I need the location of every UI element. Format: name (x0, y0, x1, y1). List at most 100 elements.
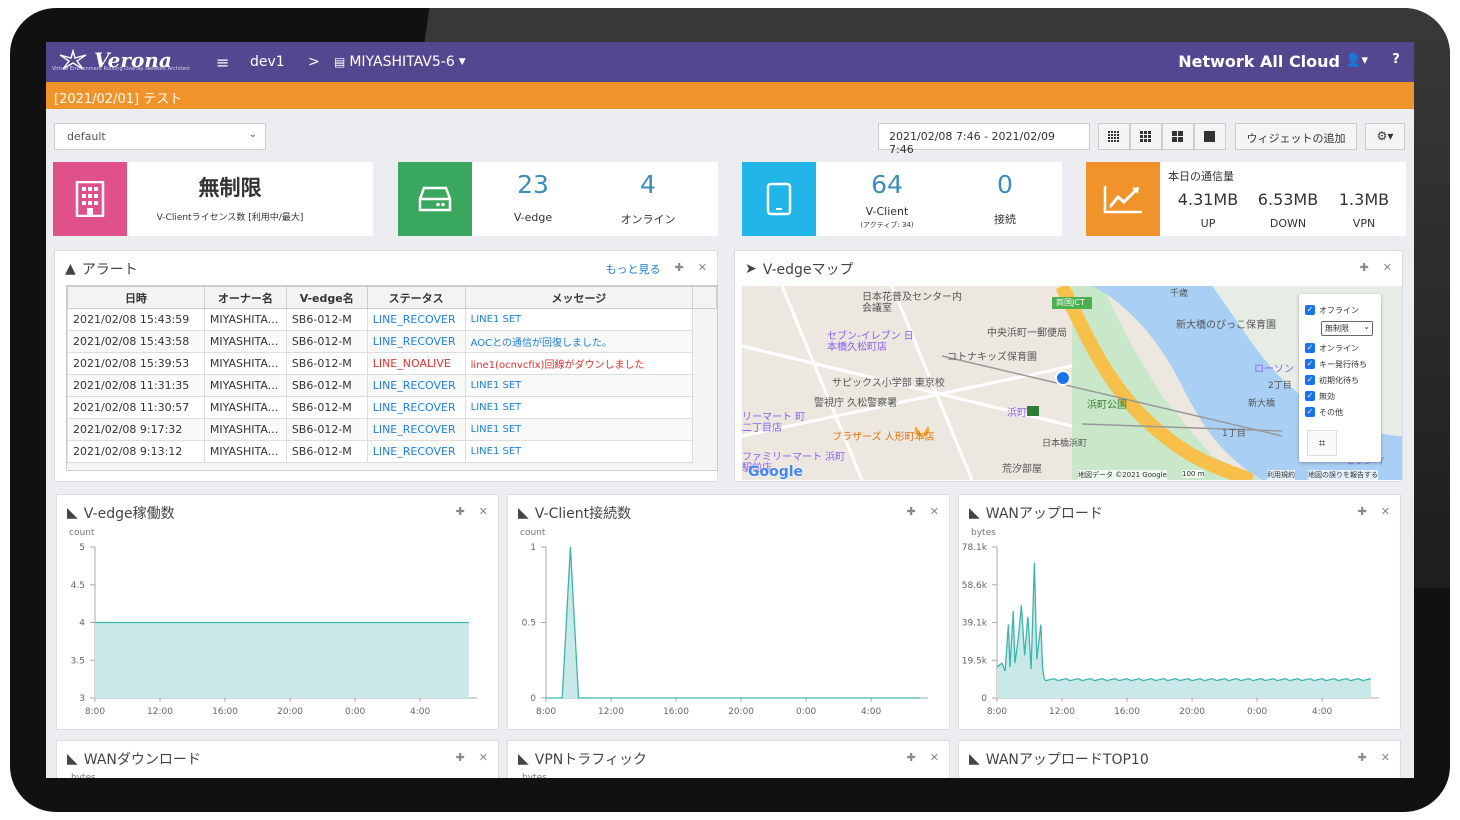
checkbox-checked-icon[interactable]: ✓ (1305, 407, 1315, 417)
column-header-message[interactable]: メッセージ (464, 286, 694, 309)
column-header-status[interactable]: ステータス (366, 286, 466, 309)
hamburger-menu-icon[interactable]: ≡ (216, 53, 229, 72)
map-label[interactable]: セブン-イレブン 日本橋久松町店 (827, 331, 922, 353)
map-panel-title: V-edgeマップ (762, 262, 854, 278)
google-logo: Google (748, 464, 804, 480)
cell-datetime: 2021/02/08 11:31:35 (67, 374, 205, 397)
map-label[interactable]: 中央浜町一郵便局 (987, 324, 1067, 339)
map-label[interactable]: 日本橋浜町 (1042, 436, 1087, 449)
chart-title: WANダウンロード (83, 752, 201, 768)
user-menu-icon[interactable]: 👤▾ (1345, 53, 1368, 68)
close-icon[interactable]: ✕ (698, 261, 707, 277)
layout-2col-button[interactable] (1162, 123, 1194, 150)
dashboard-select[interactable]: default ⌄ (54, 123, 266, 150)
close-icon[interactable]: ✕ (930, 751, 939, 764)
map-filter-item[interactable]: ✓ オンライン (1305, 340, 1375, 356)
alert-table-row[interactable]: 2021/02/08 11:30:57 MIYASHITA... SB6-012-M… (67, 396, 717, 419)
checkbox-checked-icon[interactable]: ✓ (1305, 375, 1315, 385)
map-label[interactable]: 浜町 (1007, 404, 1027, 419)
map-filter-select[interactable]: 無制限 ⌄ (1321, 321, 1373, 336)
cell-status: LINE_RECOVER (366, 308, 466, 331)
chevron-down-icon: ⌄ (1363, 322, 1370, 331)
add-widget-button[interactable]: ウィジェットの追加 (1235, 123, 1357, 150)
map-label[interactable]: サピックス小学部 東京校 (832, 374, 945, 389)
x-tick-label: 16:00 (212, 707, 238, 717)
more-link[interactable]: もっと見る (606, 261, 661, 277)
close-icon[interactable]: ✕ (1381, 751, 1390, 764)
pin-icon[interactable]: ✚ (1358, 751, 1367, 764)
vclient-connection-panel: ◣ V-Client接続数 ✚ ✕ count 1 0.5 0 8:00 12:00 16:00… (507, 494, 950, 730)
checkbox-checked-icon[interactable]: ✓ (1305, 343, 1315, 353)
vclient-connection-count: 0 (997, 170, 1013, 199)
chart-unit: bytes (71, 773, 96, 778)
y-tick-label: 3.5 (71, 656, 85, 666)
grid-1col-icon (1204, 130, 1215, 142)
alert-table-row[interactable]: 2021/02/08 9:13:12 MIYASHITA... SB6-012-M L… (67, 440, 717, 463)
cell-spacer (692, 418, 717, 441)
map-report-link[interactable]: 地図の誤りを報告する (1308, 470, 1378, 480)
license-label: V-Clientライセンス数 [利用中/最大] (156, 213, 304, 223)
chart-title: VPNトラフィック (534, 752, 647, 768)
cell-owner: MIYASHITA... (203, 440, 287, 463)
map-filter-label: 初期化待ち (1319, 375, 1359, 385)
map-label[interactable]: 千歳 (1170, 286, 1188, 299)
pin-icon[interactable]: ✚ (456, 751, 465, 764)
map-label[interactable]: 荒汐部屋 (1002, 460, 1042, 475)
pin-icon[interactable]: ✚ (1360, 261, 1369, 274)
map-label[interactable]: プラザーズ 人形町本店 (832, 428, 935, 443)
layout-1col-button[interactable] (1194, 123, 1226, 150)
settings-dropdown-button[interactable]: ⚙▾ (1365, 123, 1405, 150)
map-label[interactable]: 2丁目 (1268, 378, 1292, 391)
breadcrumb-org[interactable]: dev1 (250, 54, 285, 70)
map-label[interactable]: リーマート 町二丁目店 (742, 412, 812, 434)
pin-icon[interactable]: ✚ (675, 261, 684, 277)
alert-table-row[interactable]: 2021/02/08 15:43:58 MIYASHITA... SB6-012-M… (67, 330, 717, 353)
series-line (996, 562, 1372, 682)
gear-icon: ⚙▾ (1376, 129, 1394, 143)
map-label[interactable]: 1丁目 (1222, 426, 1246, 439)
map-filter-item[interactable]: ✓ オフライン (1305, 302, 1375, 318)
date-range-input[interactable]: 2021/02/08 7:46 - 2021/02/09 7:46 (878, 123, 1090, 156)
chart-unit: bytes (522, 773, 547, 778)
crop-icon[interactable]: ⌗ (1307, 430, 1337, 456)
layout-4col-button[interactable] (1098, 123, 1130, 150)
help-icon[interactable]: ? (1388, 52, 1404, 68)
map-filter-label: オンライン (1319, 343, 1359, 353)
checkbox-checked-icon[interactable]: ✓ (1305, 359, 1315, 369)
map-filter-item[interactable]: ✓ 無効 (1305, 388, 1375, 404)
column-header-vedge[interactable]: V-edge名 (285, 286, 368, 309)
alert-table-row[interactable]: 2021/02/08 15:43:59 MIYASHITA... SB6-012-M… (67, 308, 717, 331)
column-header-datetime[interactable]: 日時 (67, 286, 205, 309)
pin-icon[interactable]: ✚ (907, 751, 916, 764)
map-terms-link[interactable]: 利用規約 (1267, 470, 1295, 480)
cell-owner: MIYASHITA... (203, 374, 287, 397)
cell-message: LINE1 SET (464, 396, 694, 419)
vclient-connection-label: 接続 (994, 213, 1016, 226)
map-label[interactable]: ローソン (1254, 360, 1294, 375)
map-label[interactable]: 浜町公園 (1087, 396, 1127, 411)
map-canvas[interactable]: 日本花普及センター内会議室 中央浜町一郵便局 セブン-イレブン 日本橋久松町店 … (742, 286, 1402, 480)
alert-table-row[interactable]: 2021/02/08 15:39:53 MIYASHITA... SB6-012-M… (67, 352, 717, 375)
map-label[interactable]: 新大橋 (1248, 396, 1275, 409)
layout-3col-button[interactable] (1130, 123, 1162, 150)
map-label[interactable]: 日本花普及センター内会議室 (862, 292, 962, 314)
map-filter-item[interactable]: ✓ 初期化待ち (1305, 372, 1375, 388)
column-header-owner[interactable]: オーナー名 (203, 286, 287, 309)
checkbox-checked-icon[interactable]: ✓ (1305, 391, 1315, 401)
checkbox-checked-icon[interactable]: ✓ (1305, 305, 1315, 315)
map-label[interactable]: 警視庁 久松警察署 (814, 394, 897, 409)
cell-vedge: SB6-012-M (285, 352, 368, 375)
map-filter-item[interactable]: ✓ キー発行待ち (1305, 356, 1375, 372)
alert-table-row[interactable]: 2021/02/08 9:17:32 MIYASHITA... SB6-012-M L… (67, 418, 717, 441)
map-label[interactable]: コトナキッズ保育園 (947, 348, 1037, 363)
map-filter-item[interactable]: ✓ その他 (1305, 404, 1375, 420)
announcement-bar[interactable]: [2021/02/01] テスト (46, 82, 1414, 109)
map-filter-label: オフライン (1319, 305, 1359, 315)
cell-spacer (692, 308, 717, 331)
breadcrumb-site-dropdown[interactable]: ▤ MIYASHITAV5-6 ▼ (334, 54, 466, 70)
map-label[interactable]: 新大橋のぴっこ保育園 (1176, 316, 1276, 331)
alert-table-row[interactable]: 2021/02/08 11:31:35 MIYASHITA... SB6-012-M… (67, 374, 717, 397)
close-icon[interactable]: ✕ (1383, 261, 1392, 274)
close-icon[interactable]: ✕ (479, 751, 488, 764)
map-label[interactable]: 両国JCT (1056, 297, 1085, 308)
